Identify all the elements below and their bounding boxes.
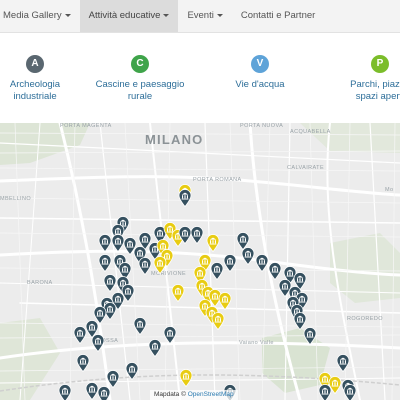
top-navbar: Media Gallery Attività educative Eventi … — [0, 0, 400, 33]
nav-item-label: Contatti e Partner — [240, 10, 316, 21]
museum-marker-icon[interactable] — [206, 234, 220, 253]
museum-marker-icon[interactable] — [133, 317, 147, 336]
museum-marker-icon[interactable] — [293, 312, 307, 331]
museum-marker-icon[interactable] — [163, 326, 177, 345]
category-vie-d-acqua[interactable]: V Vie d'acqua — [195, 55, 325, 91]
map-label-place: MBELLINO — [0, 196, 32, 202]
category-cascine-paesaggio-rurale[interactable]: C Cascine e paesaggio rurale — [75, 55, 205, 103]
category-badge-c: C — [131, 55, 149, 73]
category-badge-v: V — [251, 55, 269, 73]
map-view[interactable]: MILANO PORTA MAGENTA PORTA NUOVA ACQUABE… — [0, 123, 400, 400]
museum-marker-icon[interactable] — [343, 384, 357, 400]
caret-down-icon — [64, 13, 71, 17]
map-attribution: Mapdata © OpenStreetMap — [150, 390, 238, 400]
museum-marker-icon[interactable] — [73, 326, 87, 345]
museum-marker-icon[interactable] — [103, 274, 117, 293]
map-label-city: MILANO — [145, 132, 204, 147]
map-label-place: ACQUABELLA — [290, 129, 331, 135]
museum-marker-icon[interactable] — [210, 262, 224, 281]
nav-item-label: Media Gallery — [3, 10, 62, 21]
category-label: Cascine e paesaggio rurale — [95, 79, 185, 102]
museum-marker-icon[interactable] — [218, 292, 232, 311]
map-label-place: CALVAIRATE — [287, 165, 325, 171]
nav-item-contatti-partner[interactable]: Contatti e Partner — [232, 0, 324, 32]
museum-marker-icon[interactable] — [171, 284, 185, 303]
museum-marker-icon[interactable] — [153, 256, 167, 275]
museum-marker-icon[interactable] — [125, 362, 139, 381]
map-label-place: PORTA ROMANA — [193, 177, 242, 183]
map-label-place: Mo — [385, 187, 394, 193]
museum-marker-icon[interactable] — [318, 384, 332, 400]
museum-marker-icon[interactable] — [178, 189, 192, 208]
museum-marker-icon[interactable] — [336, 354, 350, 373]
museum-marker-icon[interactable] — [98, 254, 112, 273]
museum-marker-icon[interactable] — [97, 386, 111, 400]
caret-down-icon — [216, 13, 223, 17]
map-label-place: ROGOREDO — [347, 316, 383, 322]
nav-item-label: Eventi — [187, 10, 214, 21]
category-label: Vie d'acqua — [235, 79, 285, 90]
nav-item-eventi[interactable]: Eventi — [178, 0, 231, 32]
nav-item-label: Attività educative — [88, 10, 161, 21]
attribution-prefix: Mapdata © — [154, 391, 186, 398]
museum-marker-icon[interactable] — [179, 369, 193, 388]
category-filter-bar: A Archeologia industriale C Cascine e pae… — [0, 33, 400, 123]
nav-item-media-gallery[interactable]: Media Gallery — [0, 0, 80, 32]
caret-down-icon — [163, 13, 170, 17]
museum-marker-icon[interactable] — [98, 234, 112, 253]
museum-marker-icon[interactable] — [91, 334, 105, 353]
museum-marker-icon[interactable] — [211, 312, 225, 331]
map-label-place: PORTA NUOVA — [240, 123, 284, 129]
museum-marker-icon[interactable] — [241, 247, 255, 266]
museum-marker-icon[interactable] — [268, 262, 282, 281]
category-label: Parchi, piazzespazi aperti — [350, 79, 400, 102]
category-parchi-piazze-spazi-aperti[interactable]: P Parchi, piazzespazi aperti — [315, 55, 400, 103]
museum-marker-icon[interactable] — [148, 339, 162, 358]
map-label-place: PORTA MAGENTA — [60, 123, 112, 129]
category-badge-p: P — [371, 55, 389, 73]
nav-item-attivita-educative[interactable]: Attività educative — [79, 0, 179, 32]
museum-marker-icon[interactable] — [138, 257, 152, 276]
museum-marker-icon[interactable] — [190, 226, 204, 245]
attribution-link[interactable]: OpenStreetMap — [188, 391, 234, 398]
museum-marker-icon[interactable] — [76, 354, 90, 373]
museum-marker-icon[interactable] — [255, 254, 269, 273]
museum-marker-icon[interactable] — [58, 384, 72, 400]
category-badge-a: A — [26, 55, 44, 73]
museum-marker-icon[interactable] — [223, 254, 237, 273]
map-label-place: Vaiano Valle — [239, 340, 274, 346]
map-label-place: BARONA — [27, 280, 53, 286]
